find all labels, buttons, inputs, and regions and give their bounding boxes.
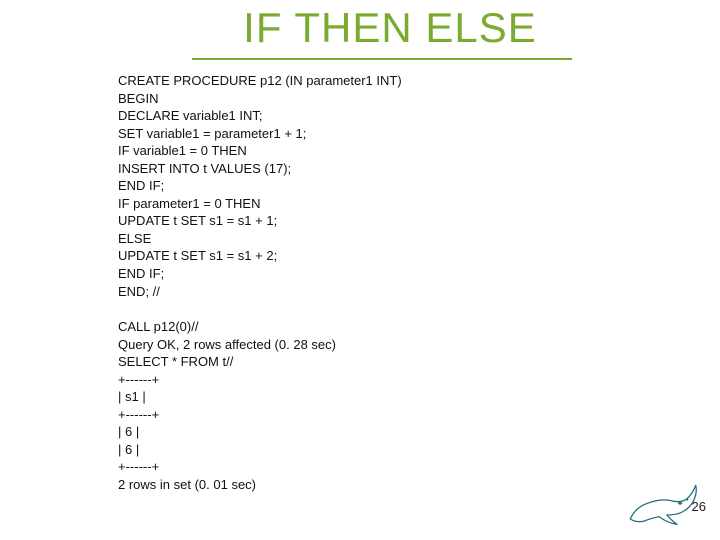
code-line: INSERT INTO t VALUES (17);	[118, 160, 720, 178]
code-line: SET variable1 = parameter1 + 1;	[118, 125, 720, 143]
code-line: END; //	[118, 283, 720, 301]
code-line: UPDATE t SET s1 = s1 + 2;	[118, 247, 720, 265]
code-line: DECLARE variable1 INT;	[118, 107, 720, 125]
code-line: | s1 |	[118, 388, 720, 406]
code-line: | 6 |	[118, 423, 720, 441]
code-line: END IF;	[118, 265, 720, 283]
code-line: +------+	[118, 406, 720, 424]
code-line: +------+	[118, 371, 720, 389]
code-line: Query OK, 2 rows affected (0. 28 sec)	[118, 336, 720, 354]
code-line: ELSE	[118, 230, 720, 248]
code-line: IF parameter1 = 0 THEN	[118, 195, 720, 213]
title-underline	[192, 58, 572, 60]
code-line: SELECT * FROM t//	[118, 353, 720, 371]
code-block-procedure: CREATE PROCEDURE p12 (IN parameter1 INT)…	[118, 72, 720, 300]
code-line: | 6 |	[118, 441, 720, 459]
slide-title: IF THEN ELSE	[0, 0, 720, 52]
code-block-output: CALL p12(0)//Query OK, 2 rows affected (…	[118, 318, 720, 493]
code-line: END IF;	[118, 177, 720, 195]
dolphin-logo-icon	[624, 476, 702, 530]
code-line: BEGIN	[118, 90, 720, 108]
code-line: UPDATE t SET s1 = s1 + 1;	[118, 212, 720, 230]
code-line: +------+	[118, 458, 720, 476]
code-line: IF variable1 = 0 THEN	[118, 142, 720, 160]
code-line: CALL p12(0)//	[118, 318, 720, 336]
code-line: CREATE PROCEDURE p12 (IN parameter1 INT)	[118, 72, 720, 90]
